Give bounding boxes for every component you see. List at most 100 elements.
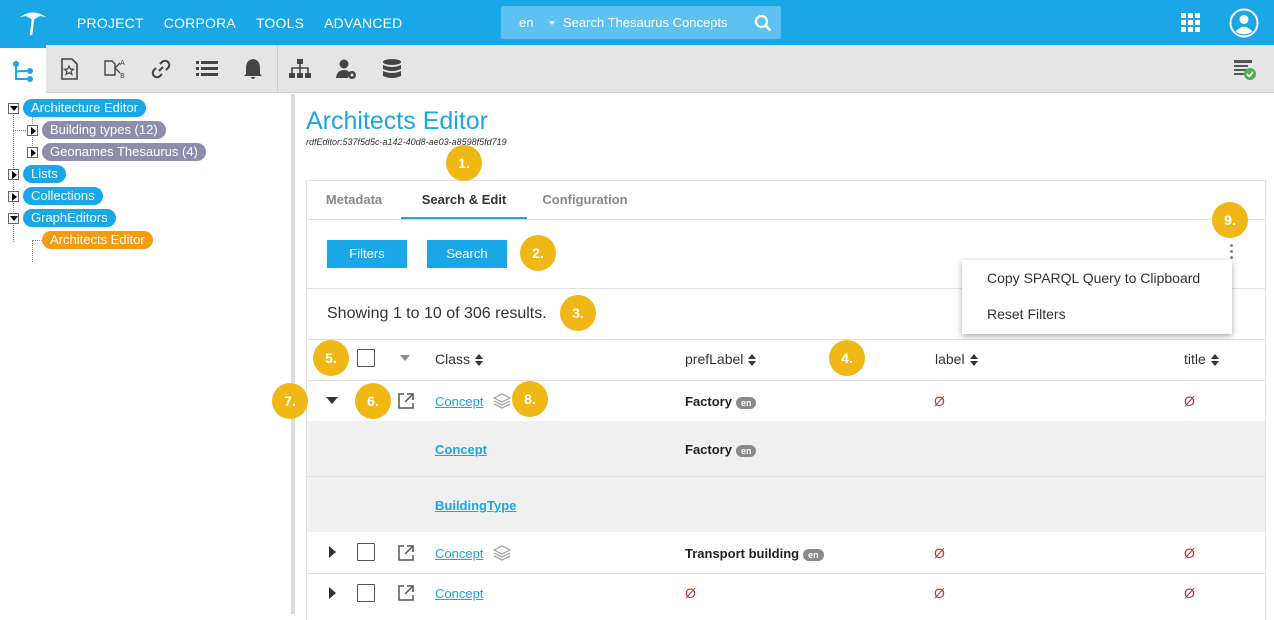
expand-toggle-icon[interactable] bbox=[27, 124, 38, 136]
menu-item-copy-sparql[interactable]: Copy SPARQL Query to Clipboard bbox=[962, 260, 1232, 296]
collapse-toggle-icon[interactable] bbox=[8, 212, 19, 224]
language-select[interactable]: en bbox=[519, 15, 533, 30]
divider bbox=[307, 339, 1265, 340]
collapse-toggle-icon[interactable] bbox=[8, 102, 19, 114]
tree-label[interactable]: Lists bbox=[23, 165, 66, 183]
tree-node-architects-editor[interactable]: Architects Editor bbox=[42, 231, 153, 249]
top-nav: PROJECT CORPORA TOOLS ADVANCED bbox=[77, 0, 423, 45]
nav-project[interactable]: PROJECT bbox=[77, 15, 144, 31]
column-label: label bbox=[935, 351, 965, 367]
tree-panel: Architecture Editor Building types (12) … bbox=[0, 94, 290, 614]
collapse-row-icon[interactable] bbox=[326, 397, 338, 404]
annotation-marker: 3. bbox=[560, 295, 596, 331]
results-count: Showing 1 to 10 of 306 results. bbox=[327, 305, 547, 322]
page-subtitle: rdfEditor:537f5d5c-a142-40d8-ae03-a8598f… bbox=[306, 137, 507, 147]
tree-view-button[interactable] bbox=[0, 45, 46, 93]
tree-node-lists[interactable]: Lists bbox=[8, 165, 66, 183]
nav-tools[interactable]: TOOLS bbox=[256, 15, 304, 31]
tree-node-graph-editors[interactable]: GraphEditors bbox=[8, 209, 116, 227]
tree-node-collections[interactable]: Collections bbox=[8, 187, 103, 205]
row-checkbox[interactable] bbox=[357, 543, 375, 561]
expand-toggle-icon[interactable] bbox=[8, 190, 19, 202]
annotation-marker: 7. bbox=[272, 383, 308, 419]
preflabel-value: Factory en bbox=[685, 394, 757, 409]
tab-search-edit[interactable]: Search & Edit bbox=[401, 181, 527, 219]
filters-button[interactable]: Filters bbox=[327, 240, 407, 268]
row-checkbox[interactable] bbox=[357, 584, 375, 602]
sort-icon[interactable] bbox=[969, 354, 978, 367]
relations-button[interactable]: AB bbox=[92, 45, 138, 93]
document-ab-icon: AB bbox=[104, 59, 125, 80]
user-settings-button[interactable] bbox=[323, 45, 369, 93]
expand-row-icon[interactable] bbox=[329, 546, 336, 558]
open-external-icon[interactable] bbox=[396, 543, 416, 563]
tab-metadata[interactable]: Metadata bbox=[307, 181, 401, 219]
class-link[interactable]: Concept bbox=[435, 394, 483, 409]
column-label: title bbox=[1184, 351, 1206, 367]
empty-value: Ø bbox=[1184, 585, 1195, 601]
language-badge: en bbox=[735, 444, 757, 457]
apps-grid-icon[interactable] bbox=[1181, 13, 1200, 32]
open-external-icon[interactable] bbox=[396, 391, 416, 411]
caret-down-icon[interactable] bbox=[549, 21, 555, 25]
tab-configuration[interactable]: Configuration bbox=[527, 181, 643, 219]
class-link[interactable]: Concept bbox=[435, 546, 483, 561]
svg-text:B: B bbox=[120, 72, 125, 80]
list-button[interactable] bbox=[184, 45, 230, 93]
options-menu: Copy SPARQL Query to Clipboard Reset Fil… bbox=[962, 260, 1232, 334]
expand-toggle-icon[interactable] bbox=[8, 168, 19, 180]
tree-label[interactable]: Architects Editor bbox=[42, 231, 153, 249]
tree-label[interactable]: Building types (12) bbox=[42, 121, 166, 139]
empty-value: Ø bbox=[934, 585, 945, 601]
select-all-checkbox[interactable] bbox=[357, 349, 375, 367]
language-badge: en bbox=[735, 396, 757, 409]
top-bar: PROJECT CORPORA TOOLS ADVANCED en bbox=[0, 0, 1274, 45]
annotation-marker: 9. bbox=[1212, 202, 1248, 238]
detail-class-link[interactable]: BuildingType bbox=[435, 498, 516, 513]
notifications-button[interactable] bbox=[230, 45, 276, 93]
search-icon[interactable] bbox=[754, 14, 772, 32]
status-button[interactable] bbox=[1222, 45, 1268, 93]
tree-label[interactable]: Collections bbox=[23, 187, 103, 205]
tree-label[interactable]: Geonames Thesaurus (4) bbox=[42, 143, 206, 161]
tree-node-architecture-editor[interactable]: Architecture Editor bbox=[8, 99, 146, 117]
sort-icon[interactable] bbox=[1210, 354, 1219, 367]
column-header-preflabel[interactable]: prefLabel bbox=[685, 351, 757, 367]
logo-icon[interactable] bbox=[16, 8, 50, 38]
structure-button[interactable] bbox=[277, 45, 323, 93]
database-button[interactable] bbox=[369, 45, 415, 93]
document-star-icon bbox=[61, 58, 78, 80]
expand-row-icon[interactable] bbox=[329, 587, 336, 599]
nav-corpora[interactable]: CORPORA bbox=[164, 15, 236, 31]
search-button[interactable]: Search bbox=[427, 240, 507, 268]
layers-icon[interactable] bbox=[492, 391, 512, 411]
column-header-label[interactable]: label bbox=[935, 351, 978, 367]
tree-label[interactable]: Architecture Editor bbox=[23, 99, 146, 117]
class-link[interactable]: Concept bbox=[435, 586, 483, 601]
layers-icon[interactable] bbox=[492, 543, 512, 563]
annotation-marker: 5. bbox=[313, 340, 349, 376]
search-input[interactable] bbox=[563, 12, 743, 32]
hierarchy-icon bbox=[13, 60, 33, 82]
user-avatar-icon[interactable] bbox=[1229, 8, 1259, 38]
expand-toggle-icon[interactable] bbox=[27, 146, 38, 158]
detail-class-link[interactable]: Concept bbox=[435, 442, 487, 457]
column-header-class[interactable]: Class bbox=[435, 351, 484, 367]
column-header-title[interactable]: title bbox=[1184, 351, 1219, 367]
panel-splitter[interactable] bbox=[291, 94, 295, 614]
tree-node-geonames[interactable]: Geonames Thesaurus (4) bbox=[27, 143, 206, 161]
menu-item-reset-filters[interactable]: Reset Filters bbox=[962, 296, 1232, 332]
sort-icon[interactable] bbox=[748, 354, 757, 367]
sort-icon[interactable] bbox=[475, 354, 484, 367]
select-dropdown-icon[interactable] bbox=[400, 355, 410, 361]
tree-node-building-types[interactable]: Building types (12) bbox=[27, 121, 166, 139]
nav-advanced[interactable]: ADVANCED bbox=[324, 15, 402, 31]
column-label: Class bbox=[435, 351, 471, 367]
tree-label[interactable]: GraphEditors bbox=[23, 209, 116, 227]
open-external-icon[interactable] bbox=[396, 583, 416, 603]
annotation-marker: 4. bbox=[829, 340, 865, 376]
detail-preflabel-value: Factory en bbox=[685, 442, 757, 457]
language-badge: en bbox=[803, 548, 824, 561]
links-button[interactable] bbox=[138, 45, 184, 93]
concept-scheme-button[interactable] bbox=[46, 45, 92, 93]
